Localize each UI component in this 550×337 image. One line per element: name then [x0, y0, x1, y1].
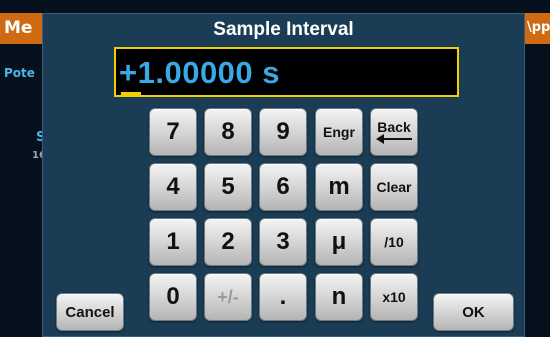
value-input-field[interactable]: +1.00000 s: [114, 47, 459, 97]
cancel-button[interactable]: Cancel: [56, 293, 124, 331]
key-engr[interactable]: Engr: [315, 108, 363, 156]
key-7[interactable]: 7: [149, 108, 197, 156]
dialog-title: Sample Interval: [213, 19, 354, 40]
key-nano[interactable]: n: [315, 273, 363, 321]
background-title-left: Me: [4, 18, 33, 38]
key-3[interactable]: 3: [259, 218, 307, 266]
key-0[interactable]: 0: [149, 273, 197, 321]
value-text: +1.00000 s: [119, 55, 281, 90]
key-8[interactable]: 8: [204, 108, 252, 156]
key-1[interactable]: 1: [149, 218, 197, 266]
background-side-label: Pote: [4, 66, 35, 80]
key-decimal[interactable]: .: [259, 273, 307, 321]
sample-interval-dialog: Sample Interval +1.00000 s 7 8 9 Engr Ba…: [42, 13, 525, 337]
key-micro[interactable]: μ: [315, 218, 363, 266]
ok-button[interactable]: OK: [433, 293, 514, 331]
key-4[interactable]: 4: [149, 163, 197, 211]
key-plus-minus[interactable]: +/-: [204, 273, 252, 321]
key-2[interactable]: 2: [204, 218, 252, 266]
key-9[interactable]: 9: [259, 108, 307, 156]
edit-cursor: [121, 92, 141, 95]
key-times-10[interactable]: x10: [370, 273, 418, 321]
back-arrow-icon: [376, 134, 412, 144]
key-clear[interactable]: Clear: [370, 163, 418, 211]
key-back-label: Back: [377, 119, 411, 135]
background-title-right: \pp: [527, 20, 550, 35]
key-back[interactable]: Back: [370, 108, 418, 156]
key-5[interactable]: 5: [204, 163, 252, 211]
key-6[interactable]: 6: [259, 163, 307, 211]
key-milli[interactable]: m: [315, 163, 363, 211]
key-divide-10[interactable]: /10: [370, 218, 418, 266]
